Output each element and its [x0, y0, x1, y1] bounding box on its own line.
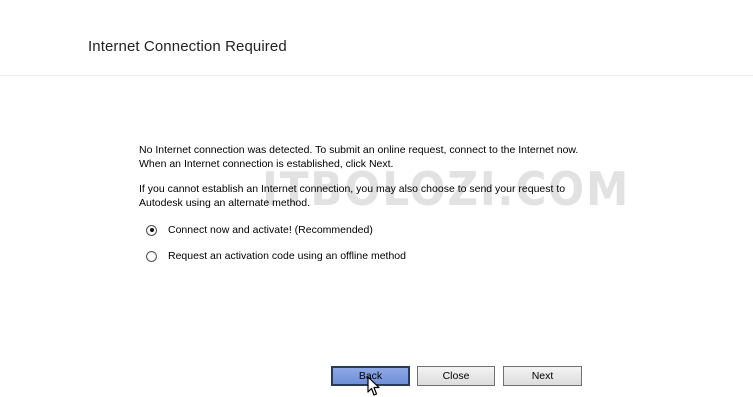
message-line: Autodesk using an alternate method. — [139, 197, 311, 209]
mouse-pointer-icon — [367, 376, 380, 396]
message-line: No Internet connection was detected. To … — [139, 144, 579, 156]
option-offline-request-label[interactable]: Request an activation code using an offl… — [168, 250, 406, 262]
option-connect-now-label[interactable]: Connect now and activate! (Recommended) — [168, 224, 373, 236]
message-line: When an Internet connection is establish… — [139, 158, 394, 170]
option-offline-request[interactable]: Request an activation code using an offl… — [146, 250, 406, 262]
radio-connect-now[interactable] — [146, 224, 157, 236]
dialog-title: Internet Connection Required — [88, 38, 287, 55]
no-connection-message: No Internet connection was detected. To … — [139, 143, 619, 171]
next-button[interactable]: Next — [503, 366, 582, 386]
close-button[interactable]: Close — [417, 366, 495, 386]
option-connect-now[interactable]: Connect now and activate! (Recommended) — [146, 224, 373, 236]
dialog-header: Internet Connection Required — [0, 0, 753, 76]
radio-offline-request[interactable] — [146, 250, 157, 262]
alternate-method-message: If you cannot establish an Internet conn… — [139, 182, 619, 210]
message-line: If you cannot establish an Internet conn… — [139, 183, 566, 195]
